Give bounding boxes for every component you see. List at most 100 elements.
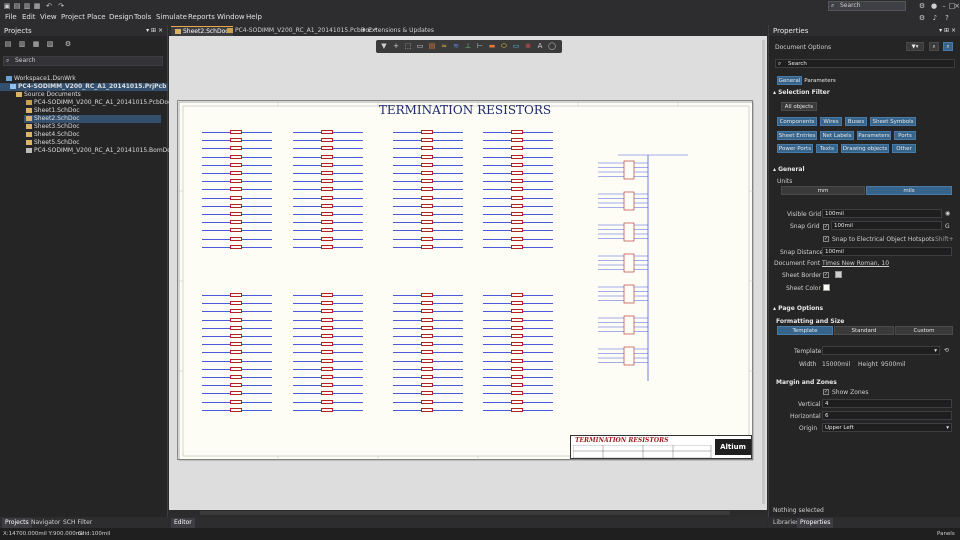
- resistor-symbol[interactable]: [511, 203, 523, 208]
- resistor-row[interactable]: [293, 301, 363, 306]
- resistor-symbol[interactable]: [421, 195, 433, 200]
- resistor-row[interactable]: [293, 162, 363, 167]
- resistor-row[interactable]: [483, 301, 553, 306]
- resistor-symbol[interactable]: [321, 244, 333, 249]
- resistor-symbol[interactable]: [321, 375, 333, 379]
- tree-item-source-documents[interactable]: Source Documents: [16, 91, 81, 99]
- no-erc-icon[interactable]: ⊗: [524, 42, 532, 50]
- resistor-symbol[interactable]: [321, 350, 333, 355]
- filter-chip-buses[interactable]: Buses: [845, 117, 867, 126]
- filter-chip-texts[interactable]: Texts: [816, 144, 838, 153]
- resistor-row[interactable]: [202, 399, 272, 404]
- resistor-row[interactable]: [202, 146, 272, 151]
- resistor-row[interactable]: [202, 375, 272, 379]
- resistor-row[interactable]: [483, 407, 553, 412]
- resistor-symbol[interactable]: [421, 130, 433, 134]
- resistor-row[interactable]: [202, 391, 272, 396]
- resistor-row[interactable]: [483, 138, 553, 143]
- compile-icon[interactable]: ▧: [46, 40, 54, 48]
- resistor-row[interactable]: [393, 366, 463, 371]
- resistor-symbol[interactable]: [230, 350, 242, 355]
- tab-properties[interactable]: Properties: [797, 518, 834, 528]
- document-font-link[interactable]: Times New Roman, 10: [822, 260, 889, 267]
- menu-window[interactable]: Window: [217, 13, 245, 21]
- panels-button[interactable]: Panels: [937, 531, 955, 537]
- resistor-row[interactable]: [293, 228, 363, 233]
- resistor-symbol[interactable]: [230, 212, 242, 216]
- resistor-row[interactable]: [202, 228, 272, 233]
- resistor-symbol[interactable]: [421, 325, 433, 330]
- net-label-icon[interactable]: ⊥: [464, 42, 472, 50]
- resistor-symbol[interactable]: [511, 130, 523, 134]
- port-icon[interactable]: ⊢: [476, 42, 484, 50]
- resistor-row[interactable]: [393, 301, 463, 306]
- global-search-input[interactable]: ⌕ Search: [828, 1, 906, 11]
- template-select[interactable]: ▾: [822, 346, 940, 355]
- resistor-row[interactable]: [483, 391, 553, 396]
- resistor-row[interactable]: [202, 317, 272, 322]
- resistor-symbol[interactable]: [230, 195, 242, 200]
- resistor-symbol[interactable]: [230, 154, 242, 159]
- resistor-symbol[interactable]: [230, 358, 242, 363]
- tree-item-sheet5[interactable]: Sheet5.SchDoc: [26, 139, 80, 147]
- resistor-symbol[interactable]: [321, 171, 333, 175]
- resistor-symbol[interactable]: [230, 391, 242, 396]
- help-icon[interactable]: ?: [943, 14, 951, 22]
- resistor-symbol[interactable]: [421, 146, 433, 151]
- resistor-row[interactable]: [293, 383, 363, 388]
- resistor-row[interactable]: [393, 342, 463, 347]
- sheet-border-color-swatch[interactable]: [835, 271, 842, 278]
- resistor-symbol[interactable]: [421, 358, 433, 363]
- filter-chip-power-ports[interactable]: Power Ports: [777, 144, 813, 153]
- resistor-row[interactable]: [483, 171, 553, 175]
- resistor-symbol[interactable]: [421, 309, 433, 314]
- resistor-symbol[interactable]: [230, 399, 242, 404]
- close-icon[interactable]: ×: [953, 2, 960, 10]
- resistor-row[interactable]: [393, 317, 463, 322]
- tab-extensions[interactable]: ✦ Extensions & Updates: [357, 26, 438, 36]
- filter-chip-drawing-objects[interactable]: Drawing objects: [841, 144, 889, 153]
- filter-chip-components[interactable]: Components: [777, 117, 817, 126]
- tab-parameters[interactable]: Parameters: [803, 76, 837, 85]
- resistor-row[interactable]: [393, 325, 463, 330]
- resistor-symbol[interactable]: [230, 407, 242, 412]
- resistor-row[interactable]: [202, 301, 272, 306]
- resistor-row[interactable]: [293, 334, 363, 338]
- menu-view[interactable]: View: [40, 13, 57, 21]
- resistor-symbol[interactable]: [230, 171, 242, 175]
- resistor-row[interactable]: [393, 350, 463, 355]
- resistor-row[interactable]: [202, 236, 272, 241]
- resistor-symbol[interactable]: [421, 244, 433, 249]
- resistor-row[interactable]: [293, 325, 363, 330]
- resistor-symbol[interactable]: [511, 236, 523, 241]
- new-doc-icon[interactable]: ▥: [18, 40, 26, 48]
- resistor-symbol[interactable]: [321, 236, 333, 241]
- filter-chip-other[interactable]: Other: [892, 144, 916, 153]
- resistor-symbol[interactable]: [321, 154, 333, 159]
- snap-grid-checkbox[interactable]: ✓: [823, 224, 829, 230]
- filter-chip-parameters[interactable]: Parameters: [857, 131, 891, 140]
- vertical-input[interactable]: 4: [822, 399, 952, 408]
- tab-sch-filter[interactable]: SCH Filter: [60, 518, 95, 528]
- horizontal-input[interactable]: 6: [822, 411, 952, 420]
- resistor-symbol[interactable]: [511, 228, 523, 233]
- resistor-row[interactable]: [393, 228, 463, 233]
- resistor-symbol[interactable]: [511, 317, 523, 322]
- resistor-row[interactable]: [393, 220, 463, 225]
- resistor-row[interactable]: [483, 325, 553, 330]
- snap-lock-icon[interactable]: G: [945, 223, 950, 230]
- resistor-symbol[interactable]: [421, 162, 433, 167]
- tree-item-sheet1[interactable]: Sheet1.SchDoc: [26, 107, 80, 115]
- resistor-symbol[interactable]: [230, 309, 242, 314]
- menu-project[interactable]: Project: [61, 13, 85, 21]
- menu-edit[interactable]: Edit: [22, 13, 36, 21]
- resistor-symbol[interactable]: [421, 228, 433, 233]
- resistor-row[interactable]: [202, 154, 272, 159]
- menu-place[interactable]: Place: [87, 13, 106, 21]
- resistor-row[interactable]: [293, 358, 363, 363]
- resistor-row[interactable]: [293, 236, 363, 241]
- tree-item-sheet3[interactable]: Sheet3.SchDoc: [26, 123, 80, 131]
- select-icon[interactable]: ⬚: [404, 42, 412, 50]
- resistor-symbol[interactable]: [421, 220, 433, 225]
- resistor-row[interactable]: [202, 195, 272, 200]
